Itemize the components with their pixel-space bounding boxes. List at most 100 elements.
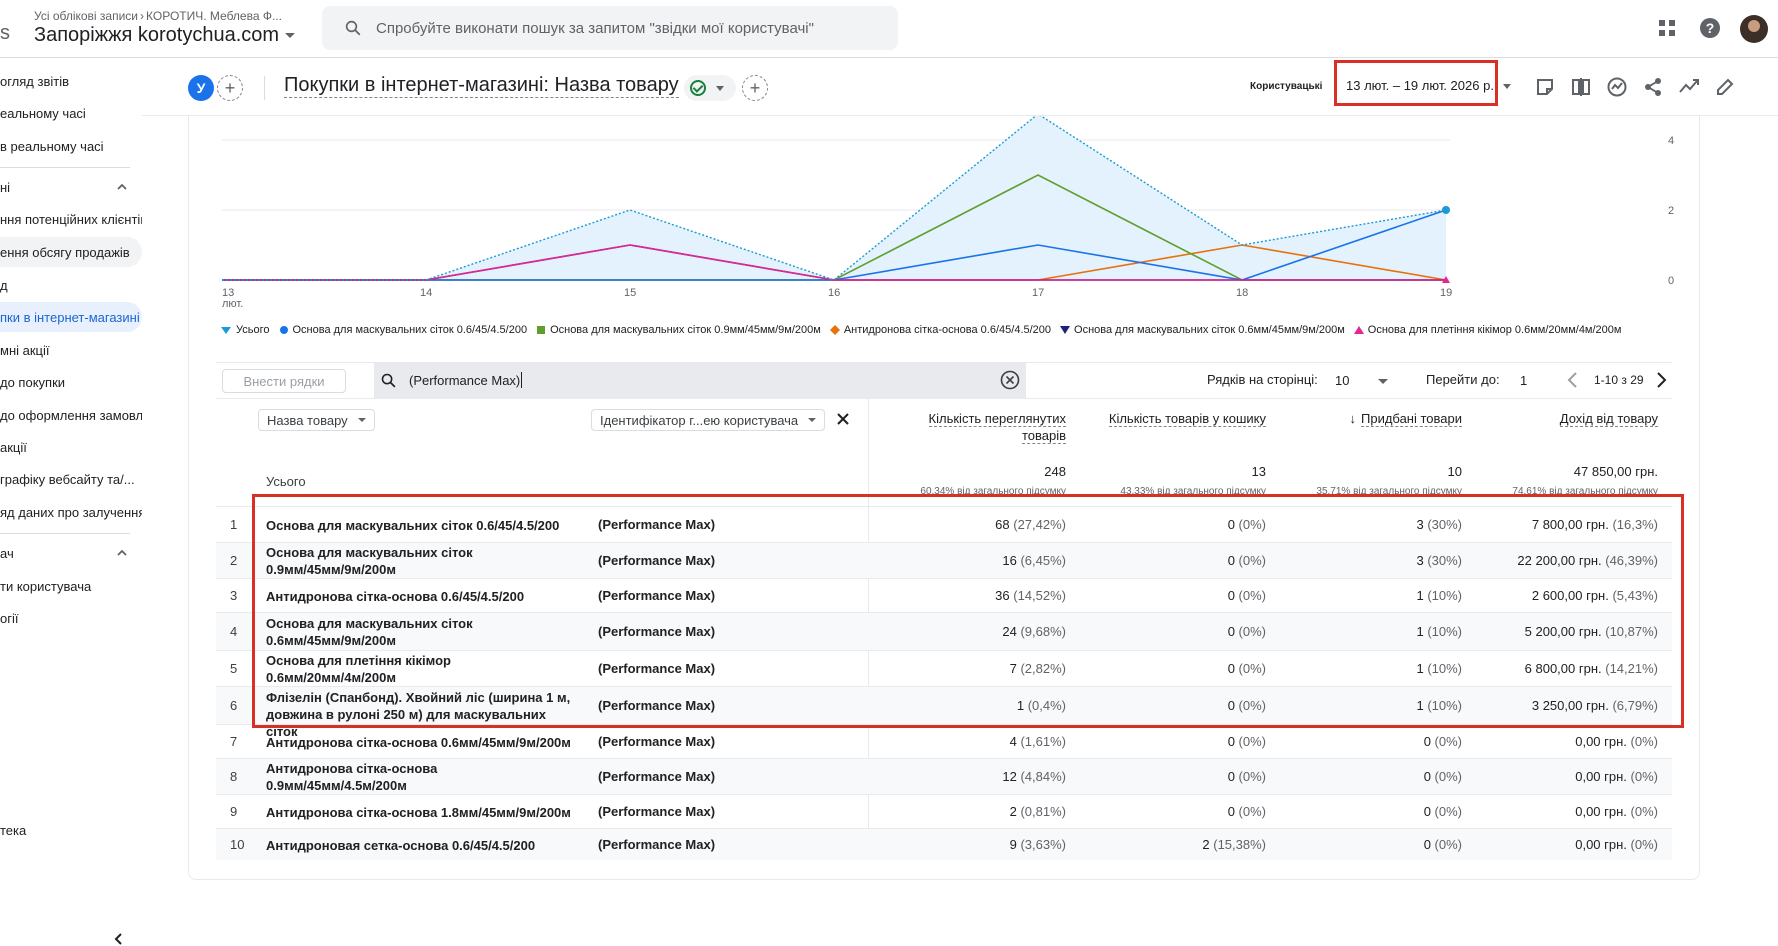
- dimension-selector-product[interactable]: Назва товару: [258, 409, 375, 431]
- sidebar-item-traffic[interactable]: графіку вебсайту та/...: [0, 464, 142, 494]
- collapse-sidebar-icon[interactable]: [112, 932, 126, 946]
- compare-icon[interactable]: [1570, 76, 1592, 98]
- legend-item[interactable]: Основа для маскувальних сіток 0.6/45/4.5…: [279, 324, 527, 336]
- table-row[interactable]: 6 Флізелін (Спанбонд). Хвойний ліс (ширин…: [216, 686, 1672, 739]
- sidebar-item-engagement[interactable]: яд даних про залучення: [0, 497, 142, 527]
- campaign-name-value: (Performance Max): [598, 698, 716, 713]
- table-row[interactable]: 10 Антидроновая сетка-основа 0.6/45/4.5/2…: [216, 828, 1672, 860]
- table-search-input[interactable]: (Performance Max): [374, 362, 1026, 398]
- add-comparison-button[interactable]: +: [217, 75, 243, 101]
- series-end-marker[interactable]: [1442, 206, 1450, 214]
- product-name: Основа для маскувальних сіток 0.6мм/45мм…: [266, 615, 566, 649]
- views-cell-value: 4: [1009, 734, 1017, 749]
- purchased-cell-pct: (0%): [1434, 837, 1462, 852]
- add-filter-button[interactable]: +: [742, 75, 768, 101]
- revenue-cell-value: 5 200,00 грн.: [1524, 624, 1602, 639]
- sidebar-item-reports-overview[interactable]: огляд звітів: [0, 66, 142, 96]
- table-row[interactable]: 7 Антидронова сітка-основа 0.6мм/45мм/9м/…: [216, 724, 1672, 758]
- breadcrumb[interactable]: Усі облікові записи › КОРОТИЧ. Меблева Ф..…: [34, 9, 282, 23]
- sidebar-item-tech[interactable]: огії: [0, 603, 142, 633]
- column-header-revenue[interactable]: Дохід від товару: [1500, 410, 1658, 427]
- row-index: 8: [230, 769, 237, 784]
- goto-page-input[interactable]: 1: [1520, 373, 1527, 388]
- column-header-views[interactable]: Кількість переглянутих товарів: [900, 410, 1066, 444]
- legend-item[interactable]: Основа для маскувальних сіток 0.9мм/45мм…: [536, 324, 821, 336]
- legend-item[interactable]: Основа для плетіння кікімор 0.6мм/20мм/4…: [1353, 324, 1621, 336]
- column-header-purchased[interactable]: ↓ Придбані товари: [1300, 410, 1462, 427]
- product-name-value: Основа для маскувальних сіток 0.6/45/4.5…: [266, 518, 560, 533]
- table-row[interactable]: 8 Антидронова сітка-основа 0.9мм/45мм/4.5…: [216, 758, 1672, 794]
- campaign-name-value: (Performance Max): [598, 804, 716, 819]
- help-icon[interactable]: ?: [1699, 17, 1721, 39]
- app-logo-fragment: s: [0, 22, 10, 44]
- date-range-picker[interactable]: 13 лют. – 19 лют. 2026 р.: [1346, 78, 1494, 93]
- chevron-up-icon: [117, 549, 127, 556]
- breadcrumb-accounts[interactable]: Усі облікові записи: [34, 9, 138, 23]
- plus-icon: +: [224, 78, 236, 98]
- row-index: 5: [230, 661, 237, 676]
- search-icon: [381, 373, 396, 387]
- product-name: Антидронова сітка-основа 0.6/45/4.5/200: [266, 588, 566, 605]
- sidebar-item-overview[interactable]: д: [0, 270, 142, 300]
- avatar[interactable]: [1740, 15, 1768, 43]
- top-bar: s Усі облікові записи › КОРОТИЧ. Меблева Ф…: [0, 0, 1778, 58]
- row-index-value: 5: [230, 661, 238, 676]
- sidebar-item-realtime[interactable]: еальному часі: [0, 98, 142, 128]
- trend-icon[interactable]: [1678, 76, 1700, 98]
- table-row[interactable]: 5 Основа для плетіння кікімор 0.6мм/20мм/…: [216, 650, 1672, 686]
- table-row[interactable]: 1 Основа для маскувальних сіток 0.6/45/4.…: [216, 506, 1672, 542]
- table-row[interactable]: 2 Основа для маскувальних сіток 0.9мм/45м…: [216, 542, 1672, 578]
- table-row[interactable]: 3 Антидронова сітка-основа 0.6/45/4.5/200…: [216, 578, 1672, 612]
- sidebar-item-leads[interactable]: ння потенційних клієнтів: [0, 204, 142, 234]
- property-selector[interactable]: Запоріжжя korotychua.com: [34, 24, 296, 47]
- breadcrumb-account[interactable]: КОРОТИЧ. Меблева Ф...: [146, 9, 282, 23]
- legend-item[interactable]: Антидронова сітка-основа 0.6/45/4.5/200: [829, 324, 1051, 336]
- sidebar-item-checkout-journey[interactable]: до оформлення замовлення: [0, 400, 142, 430]
- global-search-input[interactable]: Спробуйте виконати пошук за запитом "зві…: [322, 6, 898, 50]
- views-cell: 24 (9,68%): [900, 624, 1066, 639]
- legend-item[interactable]: Усього: [220, 324, 270, 336]
- sidebar-section-business-goals[interactable]: ні: [0, 172, 142, 202]
- purchased-cell-value: 1: [1416, 698, 1424, 713]
- revenue-cell: 6 800,00 грн. (14,21%): [1500, 661, 1658, 676]
- edit-comparison-icon[interactable]: [1534, 76, 1556, 98]
- remove-dimension-icon[interactable]: [836, 412, 850, 426]
- sidebar-item-user-attributes[interactable]: ти користувача: [0, 571, 142, 601]
- pencil-icon[interactable]: [1714, 76, 1736, 98]
- sidebar-item-sales[interactable]: ення обсягу продажів: [0, 237, 142, 267]
- insights-icon[interactable]: [1606, 76, 1628, 98]
- share-icon[interactable]: [1642, 76, 1664, 98]
- product-name: Основа для плетіння кікімор 0.6мм/20мм/4…: [266, 652, 566, 686]
- chevron-right-icon[interactable]: [1654, 371, 1668, 389]
- caret-down-icon[interactable]: [1378, 379, 1388, 384]
- add-rows-button[interactable]: Внести рядки: [222, 369, 346, 393]
- sidebar-item-library[interactable]: тека: [0, 815, 142, 845]
- chevron-left-icon[interactable]: [1566, 371, 1580, 389]
- date-range-type[interactable]: Користувацькі: [1250, 81, 1322, 92]
- column-header-cart[interactable]: Кількість товарів у кошику: [1100, 410, 1266, 427]
- apps-grid-icon[interactable]: [1656, 17, 1678, 39]
- segment-badge[interactable]: У: [188, 75, 214, 101]
- total-label: Усього: [266, 474, 306, 489]
- sidebar-item-realtime-pages[interactable]: в реальному часі: [0, 131, 142, 161]
- cart-cell: 0 (0%): [1100, 517, 1266, 532]
- table-row[interactable]: 4 Основа для маскувальних сіток 0.6мм/45м…: [216, 612, 1672, 650]
- views-cell-pct: (27,42%): [1013, 517, 1066, 532]
- legend-item[interactable]: Основа для маскувальних сіток 0.6мм/45мм…: [1060, 324, 1345, 336]
- sidebar-section-user[interactable]: ач: [0, 538, 142, 568]
- sidebar-item-purchase-journey[interactable]: до покупки: [0, 367, 142, 397]
- report-status-button[interactable]: [684, 75, 736, 101]
- campaign-name: (Performance Max): [598, 769, 715, 784]
- total-views-pct: 60,34% від загального підсумку: [920, 486, 1066, 497]
- purchased-cell-pct: (0%): [1434, 769, 1462, 784]
- caret-down-icon[interactable]: [1503, 84, 1511, 89]
- rows-per-page-select[interactable]: 10: [1335, 373, 1349, 388]
- sidebar-item-transactions[interactable]: акції: [0, 432, 142, 462]
- dimension-selector-secondary[interactable]: Ідентифікатор г...ею користувача: [591, 409, 826, 431]
- chevron-up-icon: [117, 183, 127, 190]
- sidebar-item-promotions[interactable]: мні акції: [0, 335, 142, 365]
- purchased-cell-value: 0: [1423, 837, 1431, 852]
- sidebar-item-ecommerce[interactable]: пки в інтернет-магазині: [0, 302, 142, 332]
- table-row[interactable]: 9 Антидронова сітка-основа 1.8мм/45мм/9м/…: [216, 794, 1672, 828]
- clear-search-icon[interactable]: [1000, 370, 1020, 390]
